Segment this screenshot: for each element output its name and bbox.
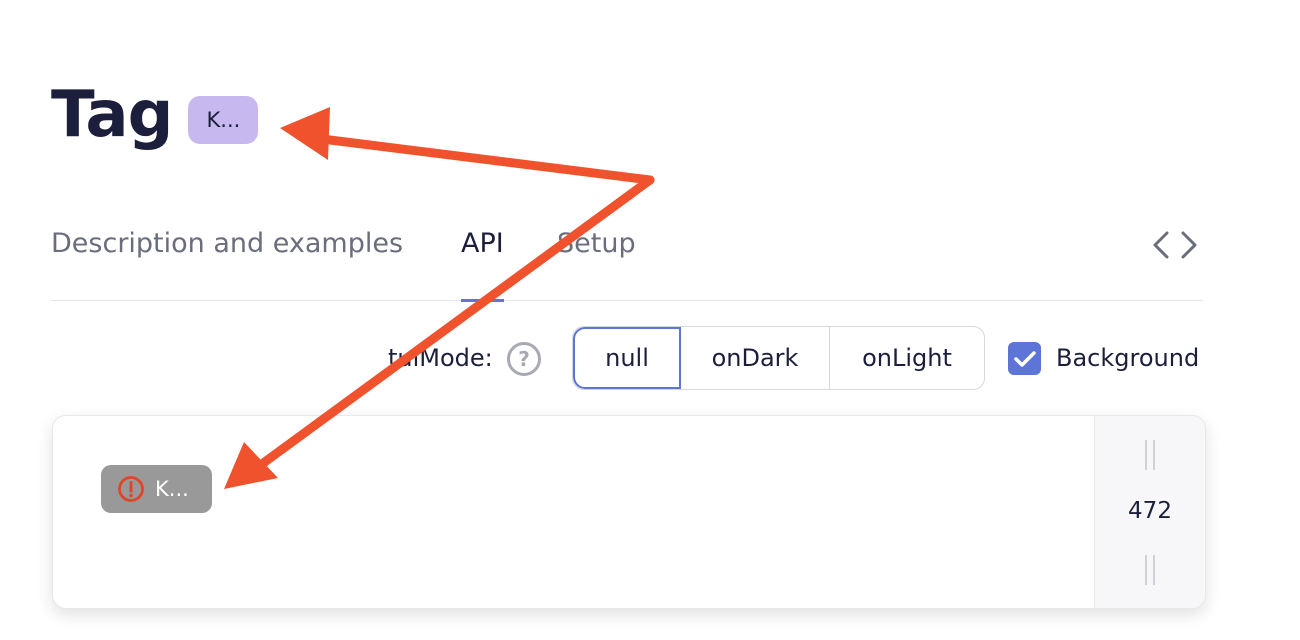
mode-option-ondark[interactable]: onDark	[681, 327, 830, 389]
controls-row: tuiMode: ? null onDark onLight Backgroun…	[0, 326, 1300, 390]
background-checkbox[interactable]	[1008, 342, 1041, 375]
tab-setup[interactable]: Setup	[557, 228, 636, 301]
code-brackets-icon[interactable]	[1151, 228, 1199, 262]
demo-tag[interactable]: K...	[101, 465, 212, 513]
demo-panel: K... 472	[52, 415, 1206, 609]
mode-option-onlight[interactable]: onLight	[830, 327, 984, 389]
mode-segmented-control: null onDark onLight	[572, 326, 985, 390]
mode-label: tuiMode:	[388, 344, 493, 372]
resize-handle-bottom[interactable]	[1143, 554, 1157, 586]
checkmark-icon	[1013, 350, 1036, 367]
demo-tag-label: K...	[155, 477, 189, 501]
tab-bar: Description and examples API Setup	[51, 218, 1203, 302]
tab-api[interactable]: API	[461, 228, 504, 302]
tab-description-and-examples[interactable]: Description and examples	[51, 228, 403, 301]
resize-handle-top[interactable]	[1143, 439, 1157, 471]
page-header: Tag K...	[51, 76, 259, 154]
mode-option-null[interactable]: null	[573, 327, 681, 389]
error-circle-icon	[118, 476, 144, 502]
background-label: Background	[1056, 344, 1200, 372]
page-title: Tag	[51, 78, 173, 152]
question-circle-icon[interactable]: ?	[507, 342, 541, 376]
width-value: 472	[1128, 498, 1172, 524]
resize-bar: 472	[1094, 416, 1205, 608]
status-badge: K...	[188, 96, 259, 144]
